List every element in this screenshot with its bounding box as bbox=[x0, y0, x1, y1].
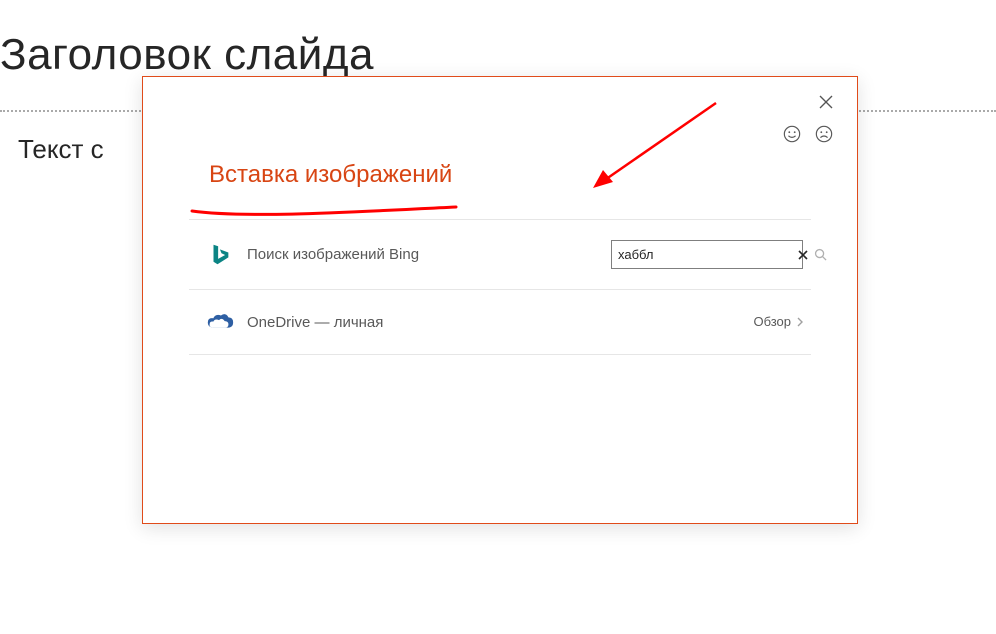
smile-icon bbox=[783, 125, 801, 143]
onedrive-row: OneDrive — личная Обзор bbox=[189, 290, 811, 355]
caret-right-icon bbox=[797, 317, 803, 327]
feedback-sad-button[interactable] bbox=[815, 125, 833, 143]
onedrive-label: OneDrive — личная bbox=[247, 314, 383, 331]
clear-search-button[interactable] bbox=[794, 250, 812, 260]
search-submit-button[interactable] bbox=[812, 248, 829, 261]
close-button[interactable] bbox=[811, 87, 841, 117]
bing-label: Поиск изображений Bing bbox=[247, 246, 419, 263]
magnifier-icon bbox=[814, 248, 827, 261]
dialog-title: Вставка изображений bbox=[143, 125, 857, 189]
feedback-happy-button[interactable] bbox=[783, 125, 801, 143]
feedback-controls bbox=[783, 125, 833, 143]
dialog-header bbox=[143, 77, 857, 125]
source-options: Поиск изображений Bing OneDrive — личная bbox=[189, 219, 811, 355]
browse-label-text: Обзор bbox=[753, 314, 791, 329]
bing-search-field bbox=[611, 240, 803, 269]
close-icon bbox=[819, 95, 833, 109]
slide-title-placeholder[interactable]: Заголовок слайда bbox=[0, 30, 996, 80]
x-icon bbox=[798, 250, 808, 260]
onedrive-browse-link[interactable]: Обзор bbox=[753, 314, 803, 329]
insert-pictures-dialog: Вставка изображений Поиск изображений Bi… bbox=[142, 76, 858, 524]
frown-icon bbox=[815, 125, 833, 143]
onedrive-icon bbox=[203, 310, 237, 334]
bing-image-search-row: Поиск изображений Bing bbox=[189, 220, 811, 290]
bing-search-input[interactable] bbox=[618, 247, 794, 262]
bing-icon bbox=[203, 243, 237, 267]
